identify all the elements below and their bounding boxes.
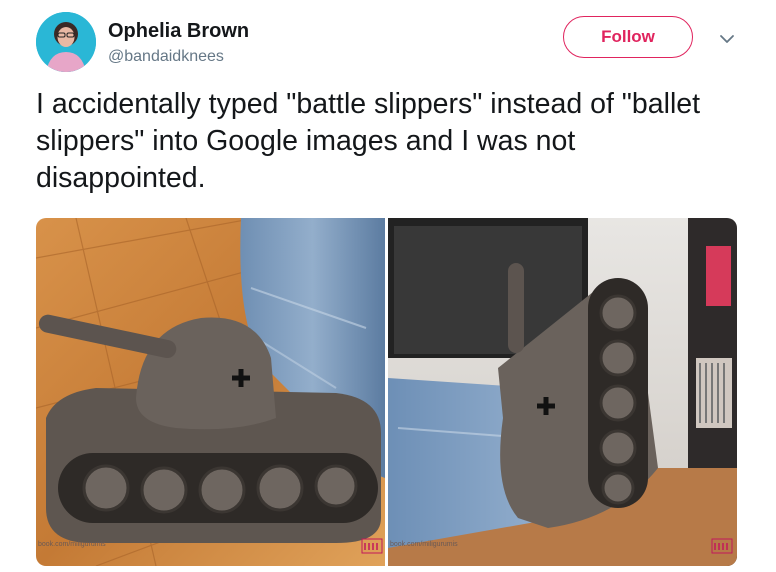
chevron-down-icon[interactable] — [716, 28, 738, 50]
watermark-logo-icon — [361, 538, 383, 554]
watermark-logo-icon — [711, 538, 733, 554]
follow-button[interactable]: Follow — [563, 16, 693, 58]
tank-slipper-photo-right[interactable]: book.com/miligurumis — [388, 218, 737, 566]
avatar[interactable] — [36, 12, 96, 72]
media-grid: book.com/miligurumis book.com/miligurumi… — [36, 218, 737, 566]
display-name[interactable]: Ophelia Brown — [108, 20, 249, 43]
watermark-text: book.com/miligurumis — [38, 541, 106, 548]
tweet-text: I accidentally typed "battle slippers" i… — [36, 88, 701, 194]
tank-slipper-photo-left[interactable]: book.com/miligurumis — [36, 218, 385, 566]
user-handle[interactable]: @bandaidknees — [108, 48, 224, 66]
tweet-header: Ophelia Brown @bandaidknees Follow — [36, 10, 750, 72]
watermark-text: book.com/miligurumis — [390, 541, 458, 548]
